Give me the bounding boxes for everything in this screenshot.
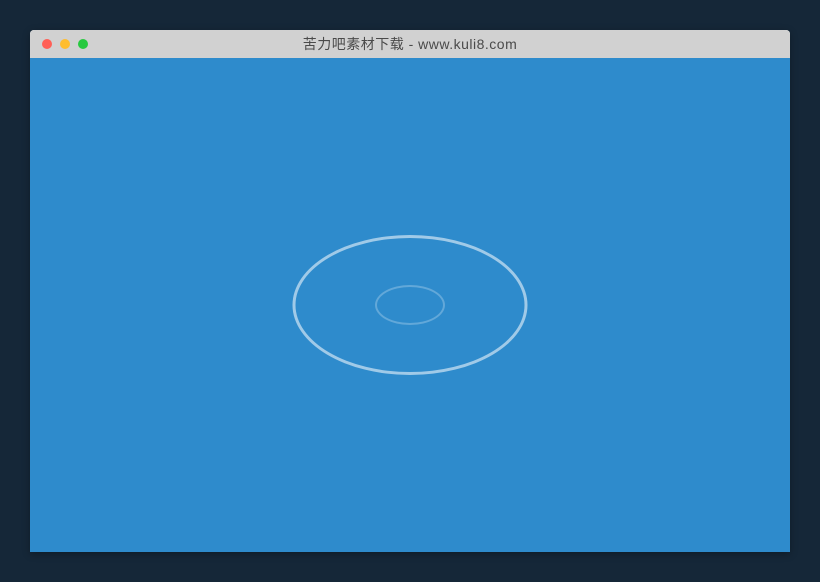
ripple-inner [375,285,445,325]
content-area [30,58,790,552]
close-icon[interactable] [42,39,52,49]
titlebar: 苦力吧素材下载 - www.kuli8.com [30,30,790,58]
minimize-icon[interactable] [60,39,70,49]
maximize-icon[interactable] [78,39,88,49]
traffic-lights [30,39,88,49]
browser-window: 苦力吧素材下载 - www.kuli8.com [30,30,790,552]
window-title: 苦力吧素材下载 - www.kuli8.com [303,34,518,54]
ripple-animation [290,230,530,380]
